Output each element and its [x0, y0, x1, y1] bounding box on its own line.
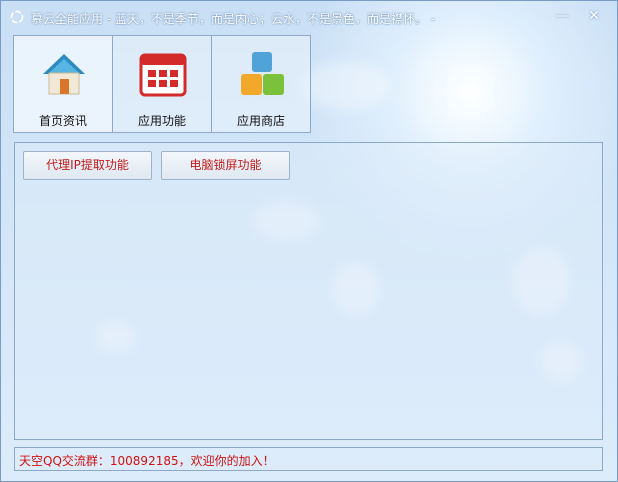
calendar-grid-icon	[139, 53, 187, 97]
tab-label: 首页资讯	[38, 114, 87, 128]
close-button[interactable]: ✕	[583, 7, 605, 25]
tab-label: 应用功能	[137, 114, 186, 128]
status-bar: 天空QQ交流群：100892185，欢迎你的加入！	[14, 447, 603, 471]
home-icon	[43, 54, 85, 95]
window-title: 慕云全能应用 - 蓝天，不是季节，而是内心；云水，不是景色，而是襟怀。 -	[31, 12, 436, 26]
function-panel: 代理IP提取功能 电脑锁屏功能	[14, 142, 603, 440]
tab-home-news[interactable]: 首页资讯	[13, 35, 113, 133]
status-text: 天空QQ交流群：100892185，欢迎你的加入！	[19, 454, 275, 468]
proxy-ip-extract-button[interactable]: 代理IP提取功能	[23, 151, 152, 180]
tab-app-store[interactable]: 应用商店	[211, 35, 311, 133]
screen-lock-button[interactable]: 电脑锁屏功能	[161, 151, 290, 180]
app-logo-icon	[10, 10, 24, 24]
main-tab-bar: 首页资讯 应用功能 应用商店	[13, 35, 311, 133]
blocks-icon	[241, 52, 284, 95]
app-window: 慕云全能应用 - 蓝天，不是季节，而是内心；云水，不是景色，而是襟怀。 - — …	[0, 0, 618, 482]
cloud-decoration	[301, 61, 391, 111]
minimize-button[interactable]: —	[551, 7, 573, 25]
tab-app-functions[interactable]: 应用功能	[112, 35, 212, 133]
title-bar[interactable]: 慕云全能应用 - 蓝天，不是季节，而是内心；云水，不是景色，而是襟怀。 - — …	[1, 1, 617, 33]
tab-label: 应用商店	[236, 114, 285, 128]
